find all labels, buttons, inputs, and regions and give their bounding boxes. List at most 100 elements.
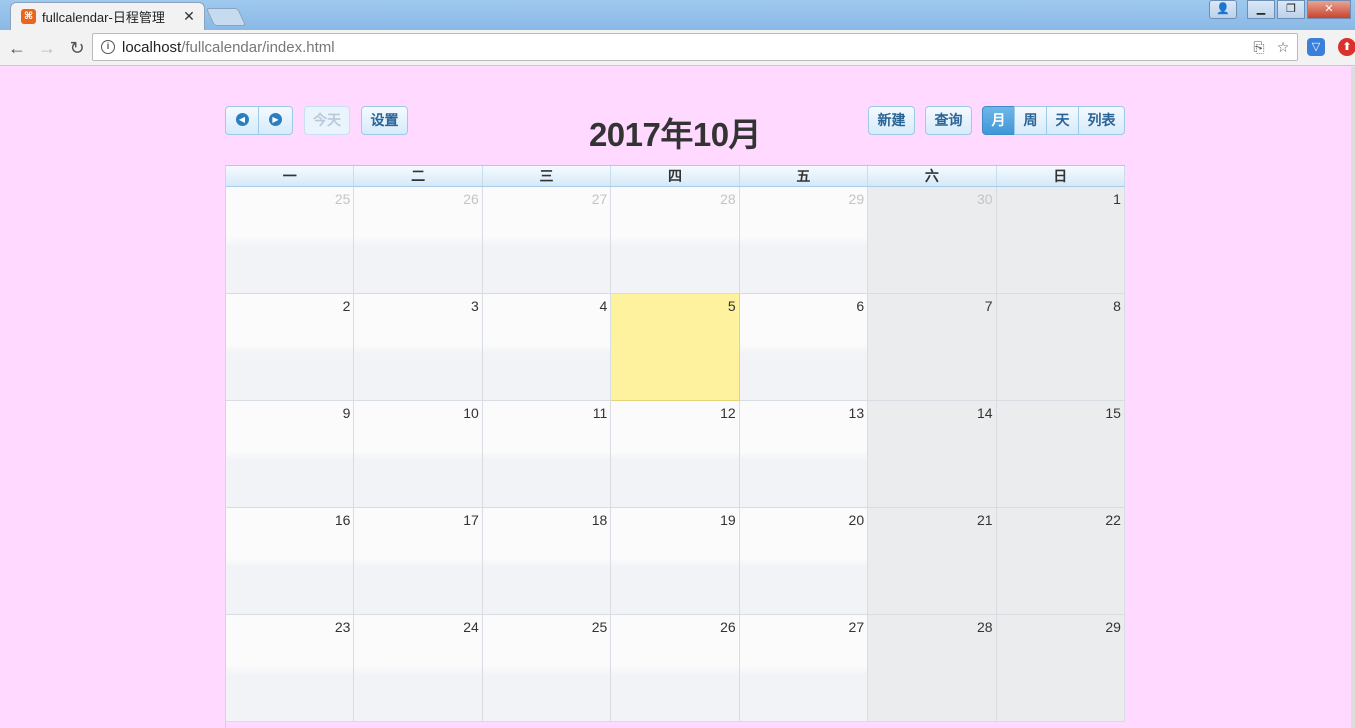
day-number: 1 xyxy=(1113,191,1121,207)
day-cell[interactable]: 27 xyxy=(482,187,612,294)
browser-tab[interactable]: ⌘ fullcalendar-日程管理 ✕ xyxy=(10,2,205,30)
day-number: 3 xyxy=(471,298,479,314)
day-number: 10 xyxy=(463,405,479,421)
month-grid: 一 二 三 四 五 六 日 25 26 27 28 29 30 1 2 3 4 5 6 7 8 9 10 11 1… xyxy=(225,165,1125,728)
minimize-icon[interactable]: ▁ xyxy=(1247,0,1275,19)
day-number: 26 xyxy=(463,191,479,207)
day-number: 2 xyxy=(342,298,351,314)
day-cell[interactable]: 20 xyxy=(739,508,869,615)
day-cell[interactable]: 2 xyxy=(226,294,355,401)
day-cell[interactable]: 3 xyxy=(354,294,483,401)
day-cell[interactable]: 26 xyxy=(354,187,483,294)
day-cell[interactable]: 23 xyxy=(226,615,355,722)
tab-close-icon[interactable]: ✕ xyxy=(182,8,196,25)
day-cell[interactable]: 4 xyxy=(482,294,612,401)
view-week-button[interactable]: 周 xyxy=(1014,106,1047,135)
today-button[interactable]: 今天 xyxy=(304,106,350,135)
day-number: 28 xyxy=(976,619,993,635)
day-cell[interactable]: 28 xyxy=(868,615,997,722)
info-icon[interactable]: i xyxy=(101,40,115,54)
browser-toolbar: ← → ↻ i localhost/fullcalendar/index.htm… xyxy=(0,30,1355,66)
day-cell[interactable]: 8 xyxy=(996,294,1125,401)
day-cell[interactable]: 25 xyxy=(482,615,612,722)
day-number: 30 xyxy=(976,191,993,207)
day-number: 5 xyxy=(727,298,736,314)
day-cell[interactable]: 11 xyxy=(482,401,612,508)
star-icon[interactable]: ☆ xyxy=(1275,38,1291,56)
weekday-header: 日 xyxy=(997,166,1125,186)
prev-button[interactable]: ◀ xyxy=(225,106,259,135)
week-row: 16 17 18 19 20 21 22 xyxy=(226,508,1125,615)
day-number: 4 xyxy=(599,298,608,314)
restore-icon[interactable]: ❐ xyxy=(1277,0,1305,19)
day-number: 14 xyxy=(976,405,993,421)
next-button[interactable]: ▶ xyxy=(258,106,293,135)
week-row: 2 3 4 5 6 7 8 xyxy=(226,294,1125,401)
view-month-button[interactable]: 月 xyxy=(982,106,1015,135)
week-row: 23 24 25 26 27 28 29 xyxy=(226,615,1125,722)
back-icon[interactable]: ← xyxy=(4,35,30,61)
weekday-header: 二 xyxy=(354,166,483,186)
day-cell[interactable]: 12 xyxy=(611,401,740,508)
day-cell[interactable]: 16 xyxy=(226,508,355,615)
day-number: 17 xyxy=(463,512,479,528)
day-number: 18 xyxy=(591,512,608,528)
day-cell[interactable]: 15 xyxy=(996,401,1125,508)
day-number: 28 xyxy=(720,191,736,207)
weeks-container: 25 26 27 28 29 30 1 2 3 4 5 6 7 8 9 10 11 12 13 14 15 16 17 18 1… xyxy=(226,187,1125,722)
day-cell-today[interactable]: 5 xyxy=(611,294,740,401)
query-button[interactable]: 查询 xyxy=(925,106,972,135)
day-number: 21 xyxy=(976,512,993,528)
day-cell[interactable]: 7 xyxy=(868,294,997,401)
day-cell[interactable]: 22 xyxy=(996,508,1125,615)
day-number: 15 xyxy=(1105,405,1121,421)
calendar-toolbar: ◀ ▶ 今天 设置 2017年10月 新建 查询 月 周 天 列表 xyxy=(225,106,1125,153)
day-number: 24 xyxy=(463,619,479,635)
day-number: 16 xyxy=(334,512,351,528)
day-cell[interactable]: 29 xyxy=(996,615,1125,722)
close-window-icon[interactable]: ✕ xyxy=(1307,0,1351,19)
day-cell[interactable]: 28 xyxy=(611,187,740,294)
day-cell[interactable]: 30 xyxy=(868,187,997,294)
weekday-header: 六 xyxy=(868,166,997,186)
new-tab-button[interactable] xyxy=(205,8,247,26)
address-bar[interactable]: i localhost/fullcalendar/index.html ⎘ ☆ xyxy=(92,33,1298,61)
reload-icon[interactable]: ↻ xyxy=(64,35,90,61)
day-number: 25 xyxy=(334,191,351,207)
day-cell[interactable]: 9 xyxy=(226,401,355,508)
week-row: 25 26 27 28 29 30 1 xyxy=(226,187,1125,294)
chevron-left-icon: ◀ xyxy=(235,113,249,127)
page-scrollbar[interactable] xyxy=(1351,67,1355,728)
day-cell[interactable]: 19 xyxy=(611,508,740,615)
weekday-header: 四 xyxy=(611,166,740,186)
view-list-button[interactable]: 列表 xyxy=(1078,106,1125,135)
tab-title: fullcalendar-日程管理 xyxy=(42,10,165,25)
day-number: 20 xyxy=(848,512,865,528)
translate-icon[interactable]: ⎘ xyxy=(1251,38,1267,56)
day-cell[interactable]: 27 xyxy=(739,615,869,722)
day-cell[interactable]: 6 xyxy=(739,294,869,401)
day-cell[interactable]: 1 xyxy=(996,187,1125,294)
day-cell[interactable]: 25 xyxy=(226,187,355,294)
day-cell[interactable]: 21 xyxy=(868,508,997,615)
day-cell[interactable]: 29 xyxy=(739,187,869,294)
day-cell[interactable]: 14 xyxy=(868,401,997,508)
day-cell[interactable]: 10 xyxy=(354,401,483,508)
day-cell[interactable]: 18 xyxy=(482,508,612,615)
settings-button[interactable]: 设置 xyxy=(361,106,408,135)
weekday-header: 一 xyxy=(226,166,355,186)
day-number: 27 xyxy=(848,619,865,635)
forward-icon[interactable]: → xyxy=(34,35,60,61)
url-path: /fullcalendar/index.html xyxy=(181,38,335,56)
day-cell[interactable]: 17 xyxy=(354,508,483,615)
upload-extension-icon[interactable]: ⬆ xyxy=(1338,38,1355,56)
day-number: 29 xyxy=(1105,619,1121,635)
window-controls: 👤 ▁ ❐ ✕ xyxy=(1207,0,1351,19)
view-day-button[interactable]: 天 xyxy=(1046,106,1079,135)
day-cell[interactable]: 26 xyxy=(611,615,740,722)
new-event-button[interactable]: 新建 xyxy=(868,106,915,135)
shield-extension-icon[interactable]: ▽ xyxy=(1307,38,1325,56)
day-cell[interactable]: 13 xyxy=(739,401,869,508)
day-cell[interactable]: 24 xyxy=(354,615,483,722)
user-profile-icon[interactable]: 👤 xyxy=(1209,0,1237,19)
